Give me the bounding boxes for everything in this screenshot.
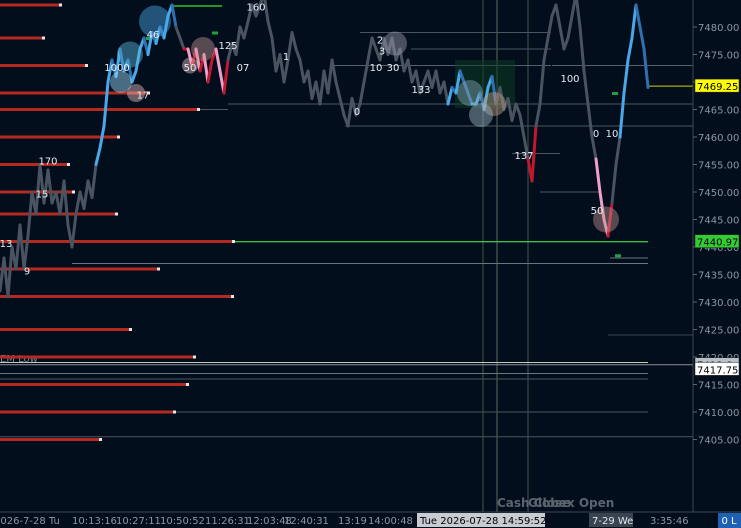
y-tick-label-9: 7450.00 bbox=[698, 188, 739, 199]
trade-annotation-21: 13 bbox=[0, 239, 12, 250]
volume-marker-1 bbox=[212, 31, 218, 35]
profile-bar-cap-1 bbox=[42, 36, 45, 40]
x-tick-label-0: 2026-7-28 Tu bbox=[0, 516, 60, 527]
trade-annotation-15: 137 bbox=[514, 151, 533, 162]
trade-annotation-6: 50 bbox=[184, 63, 197, 74]
trade-annotation-18: 50 bbox=[591, 206, 604, 217]
trade-annotation-8: 2 bbox=[377, 36, 383, 47]
trade-annotation-7: 17 bbox=[137, 91, 150, 102]
x-tick-label-7: 13:19 bbox=[338, 516, 367, 527]
volume-marker-2 bbox=[615, 254, 621, 258]
trade-annotation-20: 15 bbox=[36, 190, 49, 201]
profile-bar-cap-10 bbox=[157, 267, 160, 271]
trade-annotation-12: 133 bbox=[411, 85, 430, 96]
price-tag-1: 7440.97 bbox=[697, 238, 738, 249]
x-tick-label-4: 11:26:31 bbox=[205, 516, 250, 527]
profile-bar-cap-14 bbox=[186, 383, 189, 386]
profile-bar-11 bbox=[0, 295, 234, 298]
order-bubble-4 bbox=[191, 37, 215, 61]
session-label-1: Globex Open bbox=[528, 496, 614, 510]
profile-bar-2 bbox=[0, 64, 88, 67]
order-bubble-6 bbox=[383, 31, 407, 56]
profile-bar-cap-0 bbox=[59, 3, 62, 7]
trade-annotation-3: 160 bbox=[246, 3, 265, 14]
y-tick-label-1: 7410.00 bbox=[698, 408, 739, 419]
profile-bar-12 bbox=[0, 328, 132, 331]
trade-annotation-11: 30 bbox=[387, 63, 400, 74]
y-tick-label-0: 7405.00 bbox=[698, 436, 739, 447]
trade-annotation-4: 07 bbox=[237, 63, 250, 74]
trade-annotation-13: 100 bbox=[560, 74, 579, 85]
y-tick-label-6: 7435.00 bbox=[698, 271, 739, 282]
trade-annotation-0: 1000 bbox=[104, 63, 129, 74]
y-tick-label-11: 7460.00 bbox=[698, 133, 739, 144]
profile-bar-cap-7 bbox=[72, 190, 75, 194]
profile-bar-6 bbox=[0, 163, 70, 166]
profile-bar-cap-13 bbox=[193, 355, 196, 359]
trade-annotation-2: 125 bbox=[218, 41, 237, 52]
y-tick-label-12: 7465.00 bbox=[698, 106, 739, 117]
trade-annotation-22: 9 bbox=[24, 267, 30, 278]
y-tick-label-15: 7480.00 bbox=[698, 23, 739, 34]
x-tick-label-9: Tue 2026-07-28 14:59:52 bbox=[419, 516, 546, 527]
y-tick-label-8: 7445.00 bbox=[698, 216, 739, 227]
profile-bar-cap-6 bbox=[67, 163, 70, 166]
profile-bar-15 bbox=[0, 410, 176, 414]
profile-bar-16 bbox=[0, 438, 102, 441]
profile-bar-0 bbox=[0, 3, 62, 7]
x-tick-label-8: 14:00:48 bbox=[368, 516, 413, 527]
y-tick-label-14: 7475.00 bbox=[698, 51, 739, 62]
x-tick-label-10: 7-29 We bbox=[592, 516, 633, 527]
price-tag-3: 7417.75 bbox=[697, 365, 738, 376]
volume-marker-3 bbox=[612, 92, 618, 95]
trade-annotation-14: 0 bbox=[354, 107, 360, 118]
x-tick-label-3: 10:50:52 bbox=[160, 516, 205, 527]
profile-bar-cap-16 bbox=[99, 438, 102, 441]
profile-bar-cap-11 bbox=[231, 295, 234, 298]
profile-bar-1 bbox=[0, 36, 45, 40]
y-tick-label-5: 7430.00 bbox=[698, 298, 739, 309]
x-tick-label-6: 12:40:31 bbox=[284, 516, 329, 527]
x-tick-label-11: 3:35:46 bbox=[650, 516, 689, 527]
trade-annotation-19: 170 bbox=[38, 157, 57, 168]
profile-bar-cap-5 bbox=[117, 135, 120, 139]
profile-bar-cap-2 bbox=[85, 64, 88, 67]
profile-bar-cap-9 bbox=[232, 240, 235, 243]
order-bubble-8 bbox=[457, 80, 483, 106]
profile-bar-4 bbox=[0, 108, 200, 111]
profile-bar-14 bbox=[0, 383, 189, 386]
trade-annotation-17: 10 bbox=[606, 129, 619, 140]
y-tick-label-4: 7425.00 bbox=[698, 326, 739, 337]
profile-bar-9 bbox=[0, 240, 235, 243]
order-bubble-9 bbox=[469, 103, 493, 127]
price-chart[interactable]: EM Low 10004612516007150172310 3013310001… bbox=[0, 0, 741, 528]
trade-annotation-1: 46 bbox=[147, 30, 160, 41]
trade-annotation-16: 0 bbox=[593, 129, 599, 140]
x-tick-label-2: 10:27:11 bbox=[116, 516, 161, 527]
profile-bar-cap-12 bbox=[129, 328, 132, 331]
profile-bar-13 bbox=[0, 355, 196, 359]
price-tag-0: 7469.25 bbox=[697, 82, 738, 93]
trade-annotation-5: 1 bbox=[283, 52, 289, 63]
profile-bar-cap-4 bbox=[197, 108, 200, 111]
x-tick-label-1: 10:13:16 bbox=[72, 516, 117, 527]
profile-bar-cap-8 bbox=[115, 212, 118, 216]
trade-annotation-10: 10 bbox=[370, 63, 383, 74]
profile-bar-cap-15 bbox=[173, 410, 176, 414]
ol-badge-label: 0 L bbox=[721, 516, 737, 527]
session-labels: Cash CloseGlobex Open bbox=[497, 496, 614, 510]
em-low-label: EM Low bbox=[0, 354, 38, 365]
y-tick-label-2: 7415.00 bbox=[698, 381, 739, 392]
trade-annotation-9: 3 bbox=[379, 47, 385, 58]
y-tick-label-10: 7455.00 bbox=[698, 161, 739, 172]
